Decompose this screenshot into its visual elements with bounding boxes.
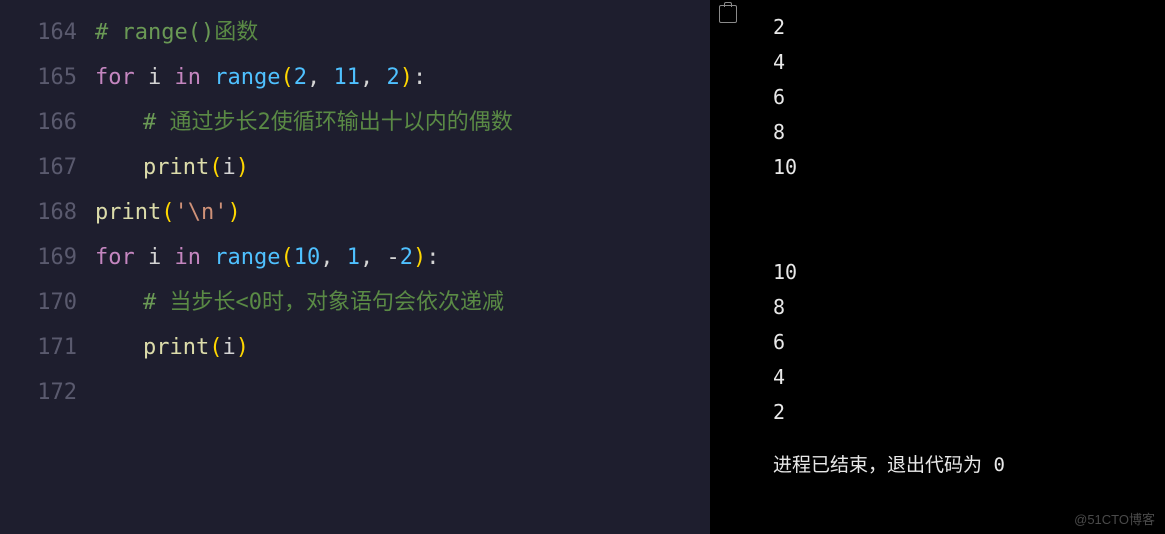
code-token: 10	[294, 235, 321, 280]
output-line: 2	[773, 10, 1165, 45]
code-token: #	[143, 280, 170, 325]
code-line[interactable]: # 当步长<0时，对象语句会依次递减	[95, 280, 710, 325]
code-line[interactable]: for i in range(10, 1, -2):	[95, 235, 710, 280]
code-token: ,	[360, 55, 387, 100]
output-line: 8	[773, 290, 1165, 325]
line-number-gutter: 164165166167168169170171172	[0, 0, 95, 534]
line-number: 172	[0, 370, 77, 415]
code-token: for	[95, 235, 135, 280]
code-token	[201, 235, 214, 280]
code-token: '\n'	[174, 190, 227, 235]
code-token: in	[175, 235, 202, 280]
code-token	[201, 55, 214, 100]
code-token: -	[386, 235, 399, 280]
code-token: # range()	[95, 10, 214, 55]
code-token: )	[413, 235, 426, 280]
code-token: (	[280, 235, 293, 280]
output-line: 6	[773, 325, 1165, 360]
output-line: 10	[773, 255, 1165, 290]
code-token: 2	[294, 55, 307, 100]
line-number: 167	[0, 145, 77, 190]
pane-divider[interactable]	[710, 0, 745, 534]
code-token: print	[143, 145, 209, 190]
clipboard-icon[interactable]	[719, 5, 737, 23]
code-editor-pane: 164165166167168169170171172 # range()函数f…	[0, 0, 710, 534]
code-token: 1	[347, 235, 360, 280]
output-line: 2	[773, 395, 1165, 430]
output-line: 6	[773, 80, 1165, 115]
code-token: 2	[400, 235, 413, 280]
code-token: (	[209, 145, 222, 190]
code-token: 当步长<0时，对象语句会依次递减	[170, 280, 505, 325]
line-number: 171	[0, 325, 77, 370]
code-token: :	[426, 235, 439, 280]
line-number: 164	[0, 10, 77, 55]
code-line[interactable]: # range()函数	[95, 10, 710, 55]
code-token: ,	[360, 235, 387, 280]
output-line: 8	[773, 115, 1165, 150]
output-line: 4	[773, 360, 1165, 395]
code-area[interactable]: # range()函数for i in range(2, 11, 2):# 通过…	[95, 0, 710, 534]
code-line[interactable]: for i in range(2, 11, 2):	[95, 55, 710, 100]
code-line[interactable]: print(i)	[95, 325, 710, 370]
line-number: 169	[0, 235, 77, 280]
code-token: :	[413, 55, 426, 100]
code-token: )	[236, 145, 249, 190]
output-blank-line	[773, 185, 1165, 220]
line-number: 165	[0, 55, 77, 100]
code-token: for	[95, 55, 135, 100]
line-number: 168	[0, 190, 77, 235]
code-line[interactable]: print(i)	[95, 145, 710, 190]
code-line[interactable]: print('\n')	[95, 190, 710, 235]
code-token: i	[135, 235, 175, 280]
code-token: in	[175, 55, 202, 100]
output-console[interactable]: 246810 108642 进程已结束，退出代码为 0	[745, 0, 1165, 534]
code-line[interactable]	[95, 370, 710, 415]
code-token: 11	[333, 55, 360, 100]
code-token: i	[135, 55, 175, 100]
code-token: ,	[320, 235, 347, 280]
code-token: (	[161, 190, 174, 235]
output-blank-line	[773, 220, 1165, 255]
code-token: )	[400, 55, 413, 100]
code-token: i	[222, 325, 235, 370]
line-number: 166	[0, 100, 77, 145]
code-token: )	[236, 325, 249, 370]
code-token: 2	[386, 55, 399, 100]
code-line[interactable]: # 通过步长2使循环输出十以内的偶数	[95, 100, 710, 145]
output-line: 10	[773, 150, 1165, 185]
line-number: 170	[0, 280, 77, 325]
exit-message: 进程已结束，退出代码为 0	[773, 448, 1165, 483]
code-token: 通过步长2使循环输出十以内的偶数	[170, 100, 513, 145]
code-token: 函数	[214, 10, 258, 55]
code-token: range	[214, 55, 280, 100]
code-token: ,	[307, 55, 334, 100]
watermark: @51CTO博客	[1074, 509, 1155, 528]
code-token: print	[143, 325, 209, 370]
output-line: 4	[773, 45, 1165, 80]
code-token: )	[227, 190, 240, 235]
code-token: i	[222, 145, 235, 190]
code-token: (	[209, 325, 222, 370]
code-token: range	[214, 235, 280, 280]
code-token: (	[280, 55, 293, 100]
code-token: print	[95, 190, 161, 235]
code-token: #	[143, 100, 170, 145]
